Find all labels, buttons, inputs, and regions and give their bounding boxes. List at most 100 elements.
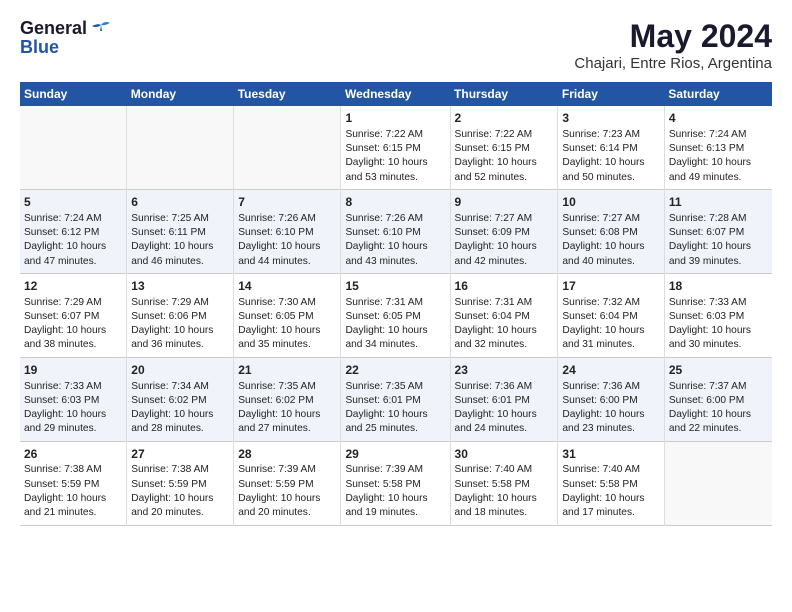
cell-content: Sunset: 5:59 PM <box>24 478 122 492</box>
cell-content: and 50 minutes. <box>562 171 659 185</box>
col-saturday: Saturday <box>664 82 772 106</box>
cell-content: and 44 minutes. <box>238 255 336 269</box>
table-row: 17Sunrise: 7:32 AMSunset: 6:04 PMDayligh… <box>558 273 664 357</box>
cell-content: Daylight: 10 hours <box>131 408 229 422</box>
cell-content: Daylight: 10 hours <box>24 492 122 506</box>
table-row: 9Sunrise: 7:27 AMSunset: 6:09 PMDaylight… <box>450 189 558 273</box>
cell-content: Daylight: 10 hours <box>669 156 768 170</box>
day-number: 27 <box>131 446 229 463</box>
cell-content: Sunset: 6:04 PM <box>562 310 659 324</box>
cell-content: Daylight: 10 hours <box>131 492 229 506</box>
cell-content: Daylight: 10 hours <box>131 240 229 254</box>
cell-content: and 18 minutes. <box>455 506 554 520</box>
cell-content: Sunrise: 7:31 AM <box>455 296 554 310</box>
cell-content: Daylight: 10 hours <box>24 324 122 338</box>
cell-content: Sunrise: 7:24 AM <box>669 128 768 142</box>
cell-content: and 35 minutes. <box>238 338 336 352</box>
logo-general: General <box>20 18 87 39</box>
cell-content: Sunset: 6:01 PM <box>455 394 554 408</box>
cell-content: Sunrise: 7:39 AM <box>238 463 336 477</box>
cell-content: and 27 minutes. <box>238 422 336 436</box>
col-wednesday: Wednesday <box>341 82 450 106</box>
cell-content: Sunset: 6:12 PM <box>24 226 122 240</box>
cell-content: Sunrise: 7:23 AM <box>562 128 659 142</box>
cell-content: Daylight: 10 hours <box>238 324 336 338</box>
cell-content: Sunrise: 7:40 AM <box>562 463 659 477</box>
cell-content: and 20 minutes. <box>131 506 229 520</box>
cell-content: Sunrise: 7:29 AM <box>131 296 229 310</box>
cell-content: Daylight: 10 hours <box>562 408 659 422</box>
col-sunday: Sunday <box>20 82 127 106</box>
day-number: 24 <box>562 362 659 379</box>
table-row: 10Sunrise: 7:27 AMSunset: 6:08 PMDayligh… <box>558 189 664 273</box>
day-number: 3 <box>562 110 659 127</box>
cell-content: Sunset: 6:15 PM <box>455 142 554 156</box>
cell-content: Sunset: 6:05 PM <box>345 310 445 324</box>
cell-content: Daylight: 10 hours <box>562 492 659 506</box>
cell-content: Sunrise: 7:40 AM <box>455 463 554 477</box>
cell-content: Daylight: 10 hours <box>24 408 122 422</box>
cell-content: Daylight: 10 hours <box>345 324 445 338</box>
table-row: 22Sunrise: 7:35 AMSunset: 6:01 PMDayligh… <box>341 357 450 441</box>
cell-content: and 38 minutes. <box>24 338 122 352</box>
cell-content: and 47 minutes. <box>24 255 122 269</box>
cell-content: Sunrise: 7:39 AM <box>345 463 445 477</box>
title-block: May 2024 Chajari, Entre Rios, Argentina <box>574 18 772 72</box>
day-number: 4 <box>669 110 768 127</box>
day-number: 11 <box>669 194 768 211</box>
cell-content: Daylight: 10 hours <box>669 240 768 254</box>
table-row: 28Sunrise: 7:39 AMSunset: 5:59 PMDayligh… <box>234 441 341 525</box>
table-row: 11Sunrise: 7:28 AMSunset: 6:07 PMDayligh… <box>664 189 772 273</box>
day-number: 30 <box>455 446 554 463</box>
day-number: 2 <box>455 110 554 127</box>
table-row <box>20 106 127 189</box>
cell-content: and 43 minutes. <box>345 255 445 269</box>
cell-content: and 19 minutes. <box>345 506 445 520</box>
table-row: 27Sunrise: 7:38 AMSunset: 5:59 PMDayligh… <box>127 441 234 525</box>
table-row <box>664 441 772 525</box>
table-row: 4Sunrise: 7:24 AMSunset: 6:13 PMDaylight… <box>664 106 772 189</box>
day-number: 26 <box>24 446 122 463</box>
cell-content: Sunset: 6:11 PM <box>131 226 229 240</box>
table-row: 30Sunrise: 7:40 AMSunset: 5:58 PMDayligh… <box>450 441 558 525</box>
table-row: 31Sunrise: 7:40 AMSunset: 5:58 PMDayligh… <box>558 441 664 525</box>
cell-content: Sunrise: 7:35 AM <box>238 380 336 394</box>
cell-content: and 23 minutes. <box>562 422 659 436</box>
cell-content: Sunrise: 7:33 AM <box>669 296 768 310</box>
cell-content: Daylight: 10 hours <box>238 492 336 506</box>
calendar-week-row: 5Sunrise: 7:24 AMSunset: 6:12 PMDaylight… <box>20 189 772 273</box>
day-number: 8 <box>345 194 445 211</box>
calendar-week-row: 26Sunrise: 7:38 AMSunset: 5:59 PMDayligh… <box>20 441 772 525</box>
cell-content: Sunrise: 7:37 AM <box>669 380 768 394</box>
cell-content: Daylight: 10 hours <box>562 156 659 170</box>
table-row: 25Sunrise: 7:37 AMSunset: 6:00 PMDayligh… <box>664 357 772 441</box>
cell-content: Daylight: 10 hours <box>345 156 445 170</box>
cell-content: Daylight: 10 hours <box>669 324 768 338</box>
cell-content: Sunset: 6:15 PM <box>345 142 445 156</box>
cell-content: Daylight: 10 hours <box>131 324 229 338</box>
table-row: 5Sunrise: 7:24 AMSunset: 6:12 PMDaylight… <box>20 189 127 273</box>
table-row: 12Sunrise: 7:29 AMSunset: 6:07 PMDayligh… <box>20 273 127 357</box>
logo: General Blue <box>20 18 111 58</box>
cell-content: Daylight: 10 hours <box>455 492 554 506</box>
day-number: 31 <box>562 446 659 463</box>
day-number: 22 <box>345 362 445 379</box>
cell-content: Daylight: 10 hours <box>455 324 554 338</box>
logo-blue: Blue <box>20 37 59 58</box>
day-number: 10 <box>562 194 659 211</box>
cell-content: and 42 minutes. <box>455 255 554 269</box>
cell-content: Sunset: 6:01 PM <box>345 394 445 408</box>
cell-content: Sunset: 6:07 PM <box>669 226 768 240</box>
cell-content: Daylight: 10 hours <box>455 240 554 254</box>
cell-content: Sunrise: 7:26 AM <box>345 212 445 226</box>
day-number: 5 <box>24 194 122 211</box>
cell-content: Daylight: 10 hours <box>345 492 445 506</box>
calendar-week-row: 19Sunrise: 7:33 AMSunset: 6:03 PMDayligh… <box>20 357 772 441</box>
cell-content: and 40 minutes. <box>562 255 659 269</box>
cell-content: Sunrise: 7:22 AM <box>455 128 554 142</box>
cell-content: and 21 minutes. <box>24 506 122 520</box>
cell-content: and 20 minutes. <box>238 506 336 520</box>
cell-content: and 22 minutes. <box>669 422 768 436</box>
table-row: 18Sunrise: 7:33 AMSunset: 6:03 PMDayligh… <box>664 273 772 357</box>
page-container: General Blue May 2024 Chajari, Entre Rio… <box>0 0 792 536</box>
